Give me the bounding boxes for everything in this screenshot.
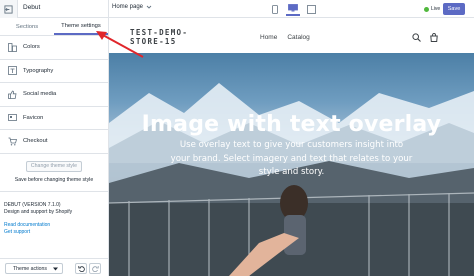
change-theme-note: Save before changing theme style [14,176,94,183]
desktop-icon [288,4,298,12]
color-swatch-icon [7,42,17,52]
chevron-down-icon [146,5,152,9]
theme-editor-sidebar: Sections Theme settings Colors Typograph… [0,18,108,276]
thumbs-up-icon [7,89,17,99]
sidebar-item-label: Favicon [23,114,44,121]
hero-heading: Image with text overlay [141,112,442,137]
fullscreen-view-button[interactable] [304,2,318,16]
cart-icon [7,136,17,146]
store-name[interactable]: TEST-DEMO-STORE-15 [130,28,210,46]
sidebar-item-label: Social media [23,91,57,98]
live-dot-icon [424,6,429,12]
caret-down-icon [53,267,58,270]
hero-image-overlay[interactable]: Image with text overlay Use overlay text… [109,53,474,276]
live-label: Live [431,6,441,12]
theme-actions-label: Theme actions [13,265,48,272]
design-support-text: Design and support by Shopify [4,208,73,215]
search-icon[interactable] [412,33,421,42]
tab-theme-settings[interactable]: Theme settings [54,18,108,35]
live-status: Live [424,6,440,12]
fullscreen-icon [306,4,316,14]
sidebar-item-favicon[interactable]: Favicon [0,107,108,130]
theme-actions-button[interactable]: Theme actions [5,263,63,274]
sidebar-item-typography[interactable]: Typography [0,60,108,83]
sidebar-item-label: Checkout [23,138,48,145]
desktop-view-button[interactable] [286,2,300,16]
sidebar-item-label: Colors [23,44,40,51]
page-selector[interactable]: Home page [112,4,152,10]
nav-link-home[interactable]: Home [260,34,277,41]
sidebar-tabs: Sections Theme settings [0,18,108,36]
sidebar-item-checkout[interactable]: Checkout [0,130,108,154]
get-support-link[interactable]: Get support [4,229,104,237]
sidebar-footer: Theme actions [0,258,108,276]
sidebar-item-social-media[interactable]: Social media [0,83,108,107]
store-preview: TEST-DEMO-STORE-15 Home Catalog Image wi… [109,18,474,276]
device-toggle [268,2,318,16]
cart-icon[interactable] [430,33,438,42]
store-nav: Home Catalog [260,34,310,41]
redo-button[interactable] [89,263,101,274]
change-theme-style-button[interactable]: Change theme style [26,160,82,172]
change-theme-section: Change theme style Save before changing … [0,154,108,183]
page-selector-label: Home page [112,4,144,10]
theme-info: DEBUT (VERSION 7.1.0) Design and support… [0,190,108,237]
mobile-view-button[interactable] [268,2,282,16]
mobile-icon [272,4,278,14]
store-header: TEST-DEMO-STORE-15 Home Catalog [109,18,474,53]
top-bar: Debut Home page Live Save [0,0,474,18]
undo-button[interactable] [75,263,87,274]
save-button[interactable]: Save [443,3,465,15]
nav-link-catalog[interactable]: Catalog [287,34,309,41]
sidebar-item-colors[interactable]: Colors [0,36,108,60]
typography-icon [7,66,17,76]
redo-icon [91,266,99,272]
sidebar-item-label: Typography [23,67,54,74]
exit-icon [4,4,13,14]
tab-sections[interactable]: Sections [0,18,54,35]
theme-name: Debut [23,4,41,11]
back-button[interactable] [0,0,18,18]
read-documentation-link[interactable]: Read documentation [4,222,104,230]
undo-icon [77,266,85,272]
favicon-icon [7,113,17,123]
hero-text: Use overlay text to give your customers … [170,140,413,177]
theme-version: DEBUT (VERSION 7.1.0) [4,201,61,208]
